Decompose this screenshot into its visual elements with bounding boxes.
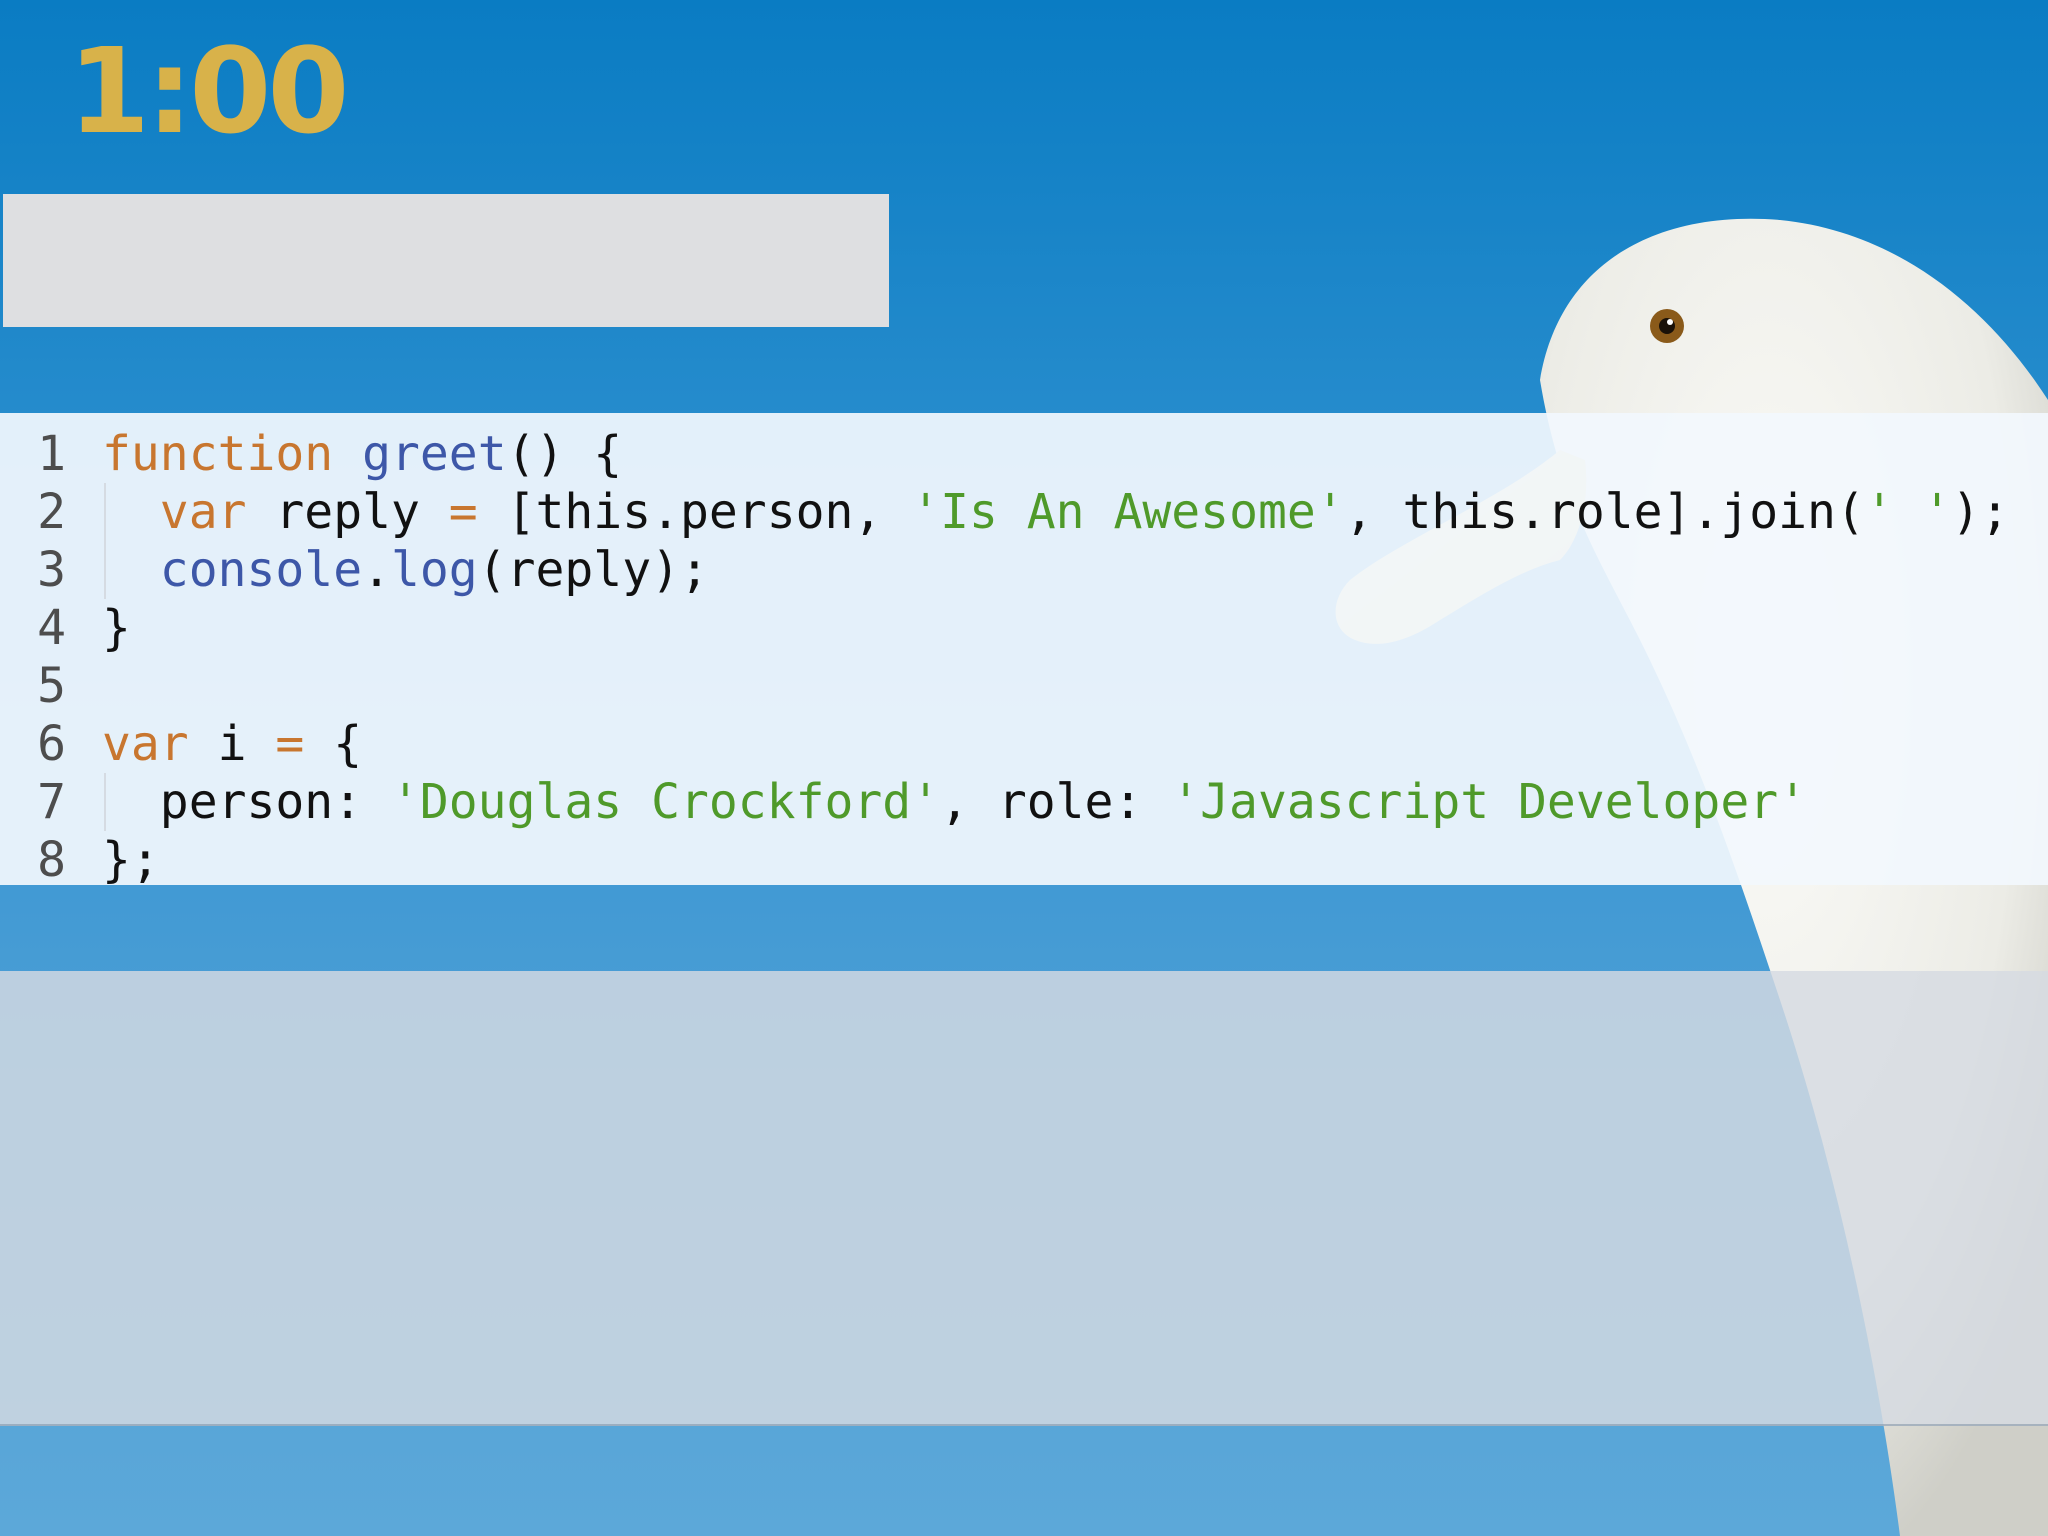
line-number: 3: [37, 542, 66, 598]
code-token: greet: [362, 426, 507, 482]
code-token: person:: [102, 774, 391, 830]
code-token: log: [391, 542, 478, 598]
code-token: {: [304, 716, 363, 772]
line-number: 6: [37, 716, 66, 772]
code-line: 3 console.log(reply);: [0, 541, 2048, 599]
line-number: 5: [37, 658, 66, 714]
code-token: =: [448, 484, 478, 540]
line-number: 8: [37, 832, 66, 888]
line-number: 2: [37, 484, 66, 540]
line-number: 7: [37, 774, 66, 830]
output-panel: [0, 971, 2048, 1426]
code-token: };: [102, 832, 160, 888]
code-line: 7 person: 'Douglas Crockford', role: 'Ja…: [0, 773, 2048, 831]
code-token: var: [159, 484, 247, 540]
code-token: 'Douglas Crockford': [390, 774, 941, 830]
code-line: 8};: [0, 831, 2048, 889]
code-token: 'Is An Awesome': [911, 484, 1345, 540]
code-text: person: 'Douglas Crockford', role: 'Java…: [102, 773, 1807, 831]
code-token: reply: [246, 484, 449, 540]
code-token: }: [102, 600, 131, 656]
code-token: ' ': [1864, 484, 1952, 540]
code-token: () {: [506, 426, 623, 482]
code-token: .: [362, 542, 391, 598]
code-token: function: [102, 426, 334, 482]
code-text: var reply = [this.person, 'Is An Awesome…: [102, 483, 2010, 541]
line-number: 1: [37, 426, 66, 482]
code-token: , role:: [940, 774, 1172, 830]
code-text: var i = {: [102, 715, 362, 773]
countdown-timer: 1:00: [68, 22, 350, 160]
code-token: 'Javascript Developer': [1171, 774, 1808, 830]
code-token: var: [102, 716, 189, 772]
code-text: console.log(reply);: [102, 541, 709, 599]
code-token: console: [159, 542, 363, 598]
code-token: [this.person,: [477, 484, 912, 540]
code-line: 5: [0, 657, 2048, 715]
code-line: 6 var i = {: [0, 715, 2048, 773]
code-token: =: [275, 716, 305, 772]
code-token: );: [1951, 484, 2010, 540]
code-line: 2 var reply = [this.person, 'Is An Aweso…: [0, 483, 2048, 541]
code-line: 1 function greet() {: [0, 425, 2048, 483]
code-token: i: [188, 716, 276, 772]
code-text: }: [102, 599, 131, 657]
code-snippet-panel: 1 function greet() {2 var reply = [this.p…: [0, 413, 2048, 888]
code-text: };: [102, 831, 160, 889]
line-number: 4: [37, 600, 66, 656]
code-token: (reply);: [477, 542, 709, 598]
code-line: 4}: [0, 599, 2048, 657]
code-token: , this.role].join(: [1344, 484, 1865, 540]
answer-input-box[interactable]: [3, 194, 889, 327]
code-text: function greet() {: [102, 425, 622, 483]
